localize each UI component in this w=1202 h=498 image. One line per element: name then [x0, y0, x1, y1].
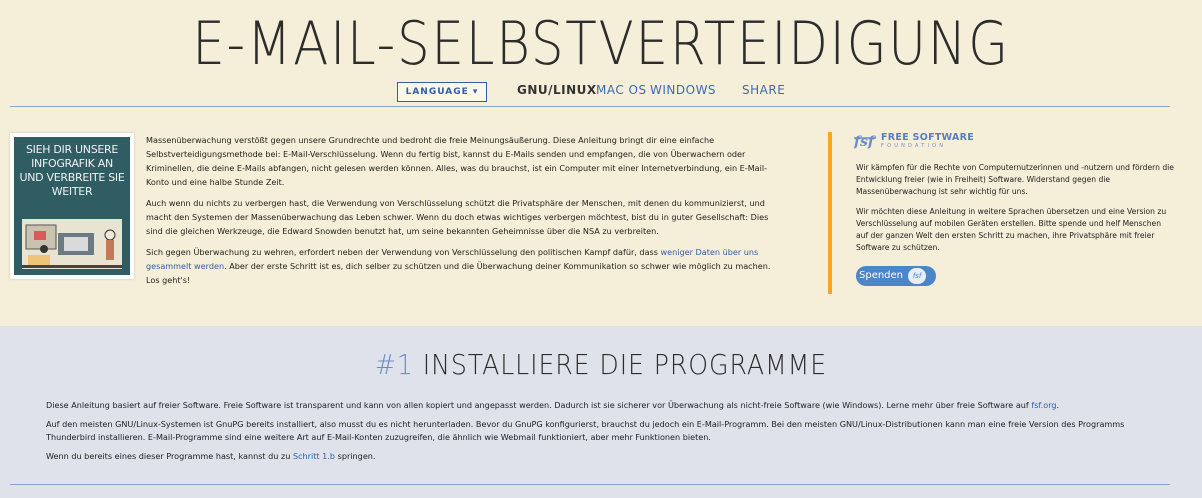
infographic-link[interactable]: SIEH DIR UNSERE INFOGRAFIK AN UND VERBRE… [10, 133, 134, 279]
divider [10, 484, 1170, 485]
section-p3-text: Wenn du bereits eines dieser Programme h… [46, 451, 293, 461]
section-paragraph-3: Wenn du bereits eines dieser Programme h… [46, 450, 1156, 463]
section-install: #1 INSTALLIERE DIE PROGRAMME Diese Anlei… [0, 326, 1202, 498]
fsf-logo-text-2: FOUNDATION [881, 143, 947, 149]
fsf-sidebar: fsf FREE SOFTWARE FOUNDATION Wir kämpfen… [828, 132, 1176, 294]
intro-text: Massenüberwachung verstößt gegen unsere … [146, 133, 771, 294]
infographic-image: SIEH DIR UNSERE INFOGRAFIK AN UND VERBRE… [14, 137, 130, 275]
site-title: E-MAIL-SELBSTVERTEIDIGUNG [192, 9, 1010, 79]
step-1b-link[interactable]: Schritt 1.b [293, 451, 335, 461]
section-heading: #1 INSTALLIERE DIE PROGRAMME [60, 348, 1142, 381]
section-text: Diese Anleitung basiert auf freier Softw… [46, 399, 1156, 469]
divider [10, 106, 1170, 107]
section-p3-text-end: springen. [335, 451, 376, 461]
nav-current-gnu-linux: GNU/LINUX [517, 83, 597, 97]
intro-paragraph-3: Sich gegen Überwachung zu wehren, erford… [146, 245, 771, 287]
intro-paragraph-1: Massenüberwachung verstößt gegen unsere … [146, 135, 768, 187]
section-p1-text: Diese Anleitung basiert auf freier Softw… [46, 400, 1032, 410]
language-button[interactable]: LANGUAGE ▾ [397, 82, 487, 102]
fsf-org-link[interactable]: fsf.org [1031, 400, 1056, 410]
donate-label: Spenden [859, 270, 904, 281]
fsf-badge-icon: fsf [908, 268, 926, 284]
nav-link-share[interactable]: SHARE [742, 83, 785, 97]
section-title: INSTALLIERE DIE PROGRAMME [422, 348, 828, 381]
section-paragraph-2: Auf den meisten GNU/Linux-Systemen ist G… [46, 419, 1125, 442]
svg-text:fsf: fsf [854, 134, 877, 150]
fsf-logo-text-1: FREE SOFTWARE [881, 132, 975, 143]
nav-link-macos[interactable]: MAC OS [596, 83, 647, 97]
nav-link-windows[interactable]: WINDOWS [650, 83, 716, 97]
fsf-logo[interactable]: fsf FREE SOFTWARE FOUNDATION [853, 132, 1014, 150]
donate-button[interactable]: Spenden fsf [856, 266, 936, 286]
intro-p3-text: Sich gegen Überwachung zu wehren, erford… [146, 247, 661, 257]
section-number: #1 [374, 348, 414, 381]
top-nav: LANGUAGE ▾ GNU/LINUX MAC OS WINDOWS SHAR… [0, 82, 1202, 102]
fsf-paragraph-2: Wir möchten diese Anleitung in weitere S… [856, 207, 1167, 252]
section-p1-text-end: . [1056, 400, 1060, 410]
page-header: E-MAIL-SELBSTVERTEIDIGUNG LANGUAGE ▾ GNU… [0, 0, 1202, 108]
intro-p3-text-end: . Aber der erste Schritt ist es, dich se… [146, 261, 771, 285]
infographic-illustration [22, 219, 122, 269]
section-paragraph-1: Diese Anleitung basiert auf freier Softw… [46, 399, 1156, 412]
intro-paragraph-2: Auch wenn du nichts zu verbergen hast, d… [146, 198, 769, 236]
fsf-paragraph-1: Wir kämpfen für die Rechte von Computern… [856, 163, 1174, 196]
